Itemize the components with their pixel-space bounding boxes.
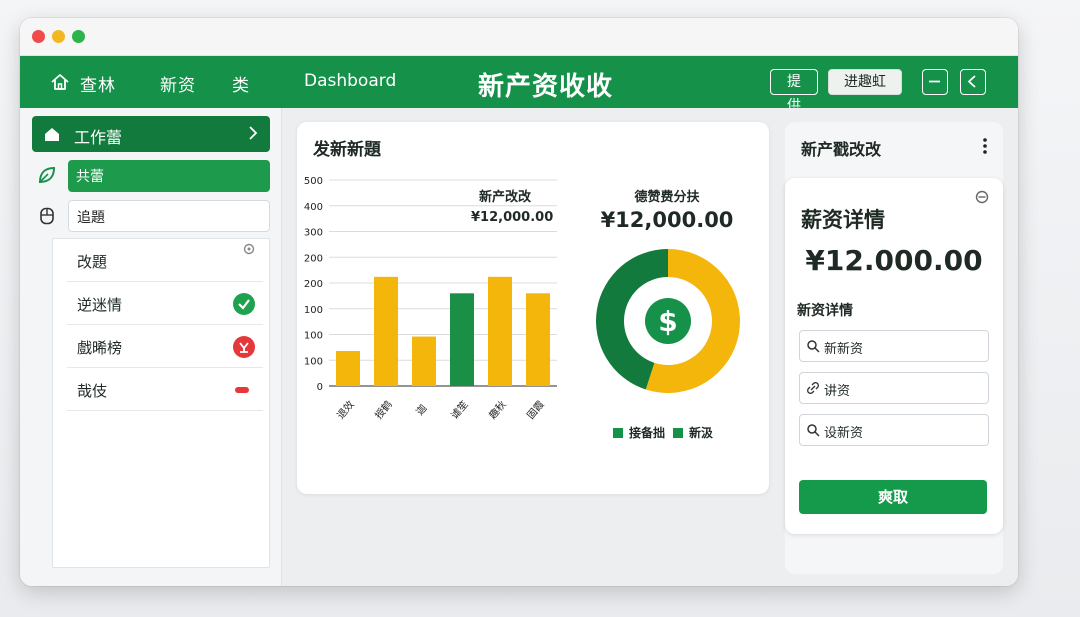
chevron-right-icon [249, 126, 258, 140]
list-item[interactable]: 逆迷情 [67, 282, 263, 325]
list-item-label: 改題 [77, 253, 108, 271]
sidebar-header-label: 工作蕾 [74, 128, 123, 147]
sidebar-header-item[interactable]: 工作蕾 [32, 116, 270, 152]
link-icon [807, 382, 819, 394]
mouse-icon [40, 207, 54, 225]
x-tick-label: 迦 [414, 402, 430, 417]
home-icon [45, 128, 59, 141]
x-tick-label: 固霞 [525, 399, 547, 422]
legend-item: 接备拙 [613, 424, 665, 441]
link-field[interactable]: 讲资 [799, 372, 989, 404]
bar [526, 293, 550, 386]
list-item[interactable]: 改題 [67, 239, 263, 282]
settings-icon[interactable] [975, 190, 989, 204]
app-window: 查林 新资 类 Dashboard 新产资收收 提供 进趣虹 工作蕾 共蕾 追題… [20, 18, 1018, 586]
search-field-1[interactable]: 新新资 [799, 330, 989, 362]
top-navbar: 查林 新资 类 Dashboard 新产资收收 提供 进趣虹 [20, 56, 1018, 114]
nav-item-dashboard[interactable]: Dashboard [304, 71, 396, 91]
content-area: 工作蕾 共蕾 追題 改題 逆迷情 戲晞榜 哉伎 发新新題 0 100 100 1… [20, 108, 1018, 586]
close-window-button[interactable] [32, 30, 45, 43]
detail-card: 薪资详情 ¥12.000.00 新资详情 新新资 讲资 设新资 爽取 [785, 178, 1003, 534]
field-label: 设新资 [824, 426, 864, 441]
field-label: 讲资 [824, 384, 851, 399]
y-tick-label: 100 [304, 305, 323, 316]
x-tick-label: 退效 [334, 398, 357, 422]
nav-item-3[interactable]: 类 [232, 71, 250, 96]
sidebar-item-plain[interactable]: 追題 [68, 200, 270, 232]
y-tick-label: 300 [304, 228, 323, 239]
nav-item-2[interactable]: 新资 [160, 71, 196, 96]
main-chart-card: 发新新題 0 100 100 100 200 200 300 400 500 退效 授鹤迦谑笙 趣秋固… [297, 122, 769, 494]
maximize-window-button[interactable] [72, 30, 85, 43]
more-options-icon[interactable] [983, 138, 987, 154]
nav-outline-button[interactable]: 提供 [770, 69, 818, 114]
bar [374, 276, 398, 386]
list-item-label: 逆迷情 [77, 296, 123, 314]
sidebar: 工作蕾 共蕾 追題 改題 逆迷情 戲晞榜 哉伎 [20, 108, 282, 586]
legend-swatch [673, 428, 683, 438]
bar [450, 293, 474, 386]
legend-label: 接备拙 [629, 426, 666, 440]
dollar-icon-glyph: $ [658, 305, 677, 338]
bar-chart: 0 100 100 100 200 200 300 400 500 退效 授鹤 迦 谑笙 趣秋 固霞 [304, 176, 557, 422]
detail-amount: ¥12.000.00 [805, 244, 983, 277]
y-tick-label: 100 [304, 331, 323, 342]
nav-item-1[interactable]: 查林 [80, 71, 116, 96]
bar [412, 336, 436, 386]
list-item[interactable]: 哉伎 [67, 368, 263, 411]
sidebar-list-panel: 改題 逆迷情 戲晞榜 哉伎 [52, 238, 270, 568]
home-icon[interactable] [50, 72, 70, 92]
x-tick-label: 趣秋 [486, 398, 509, 422]
y-tick-label: 100 [304, 356, 323, 367]
submit-button[interactable]: 爽取 [799, 480, 987, 514]
y-tick-label: 200 [304, 253, 323, 264]
y-tick-label: 200 [304, 279, 323, 290]
right-panel-title: 新产戳改改 [801, 140, 882, 159]
donut-chart: $ [596, 249, 740, 393]
list-item-label: 哉伎 [77, 382, 108, 400]
y-tick-label: 400 [304, 202, 323, 213]
detail-subtitle: 新资详情 [797, 303, 853, 319]
legend-item: 新汲 [673, 424, 713, 441]
sidebar-item-label: 追題 [77, 210, 105, 226]
list-item[interactable]: 戲晞榜 [67, 325, 263, 368]
back-icon[interactable] [960, 69, 986, 95]
x-tick-label: 谑笙 [448, 398, 471, 422]
minus-icon [235, 387, 249, 393]
minimize-window-button[interactable] [52, 30, 65, 43]
page-title: 新产资收收 [478, 72, 614, 102]
check-icon [233, 293, 255, 315]
sidebar-item-label: 共蕾 [76, 169, 104, 185]
legend-label: 新汲 [689, 426, 714, 440]
error-icon [233, 336, 255, 358]
donut-value: ¥12,000.00 [600, 208, 734, 232]
legend-swatch [613, 428, 623, 438]
bar [488, 276, 512, 386]
leaf-icon [38, 166, 56, 184]
window-titlebar [20, 18, 1018, 56]
detail-title: 薪资详情 [801, 208, 885, 232]
search-icon [807, 424, 820, 437]
y-tick-label: 500 [304, 176, 323, 187]
bar [336, 350, 360, 386]
y-tick-label: 0 [317, 382, 323, 393]
list-item-label: 戲晞榜 [77, 339, 123, 357]
x-tick-label: 授鹤 [372, 398, 395, 422]
search-icon [807, 340, 820, 353]
field-label: 新新资 [824, 342, 864, 357]
search-field-2[interactable]: 设新资 [799, 414, 989, 446]
nav-light-button[interactable]: 进趣虹 [828, 69, 902, 95]
donut-title: 德赞费分扶 [634, 190, 700, 205]
chart-annotation-title: 新产改改 [479, 190, 532, 205]
sidebar-item-active[interactable]: 共蕾 [68, 160, 270, 192]
chart-annotation-value: ¥12,000.00 [471, 210, 554, 225]
right-panel: 新产戳改改 薪资详情 ¥12.000.00 新资详情 新新资 讲资 设新资 爽取 [785, 122, 1003, 574]
minimize-icon[interactable] [922, 69, 948, 95]
